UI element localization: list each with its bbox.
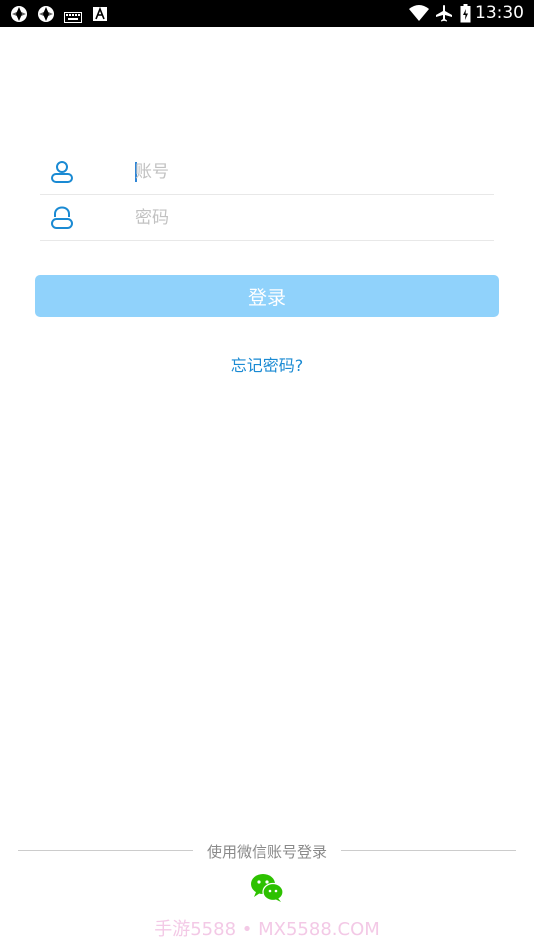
app-notification-icon	[37, 5, 55, 27]
forgot-password-container: 忘记密码?	[0, 352, 534, 376]
password-input[interactable]	[135, 203, 475, 233]
wechat-login-label: 使用微信账号登录	[206, 843, 327, 861]
login-button[interactable]: 登录	[35, 275, 499, 317]
watermark-text: 手游5588 • MX5588.COM	[154, 919, 380, 940]
user-icon	[50, 160, 74, 188]
wechat-login-button[interactable]	[250, 873, 284, 903]
wifi-icon	[409, 5, 429, 25]
battery-icon	[460, 4, 471, 27]
app-notification-icon	[10, 5, 28, 27]
airplane-icon	[435, 4, 453, 26]
account-input[interactable]	[135, 157, 475, 187]
status-bar: 13:30	[0, 0, 534, 27]
account-row	[40, 150, 494, 195]
lock-icon	[50, 206, 74, 234]
password-row	[40, 196, 494, 241]
status-time: 13:30	[475, 3, 524, 23]
text-a-icon	[93, 6, 107, 25]
wechat-icon	[250, 874, 284, 907]
keyboard-icon	[64, 8, 82, 27]
forgot-password-link[interactable]: 忘记密码?	[231, 356, 304, 375]
